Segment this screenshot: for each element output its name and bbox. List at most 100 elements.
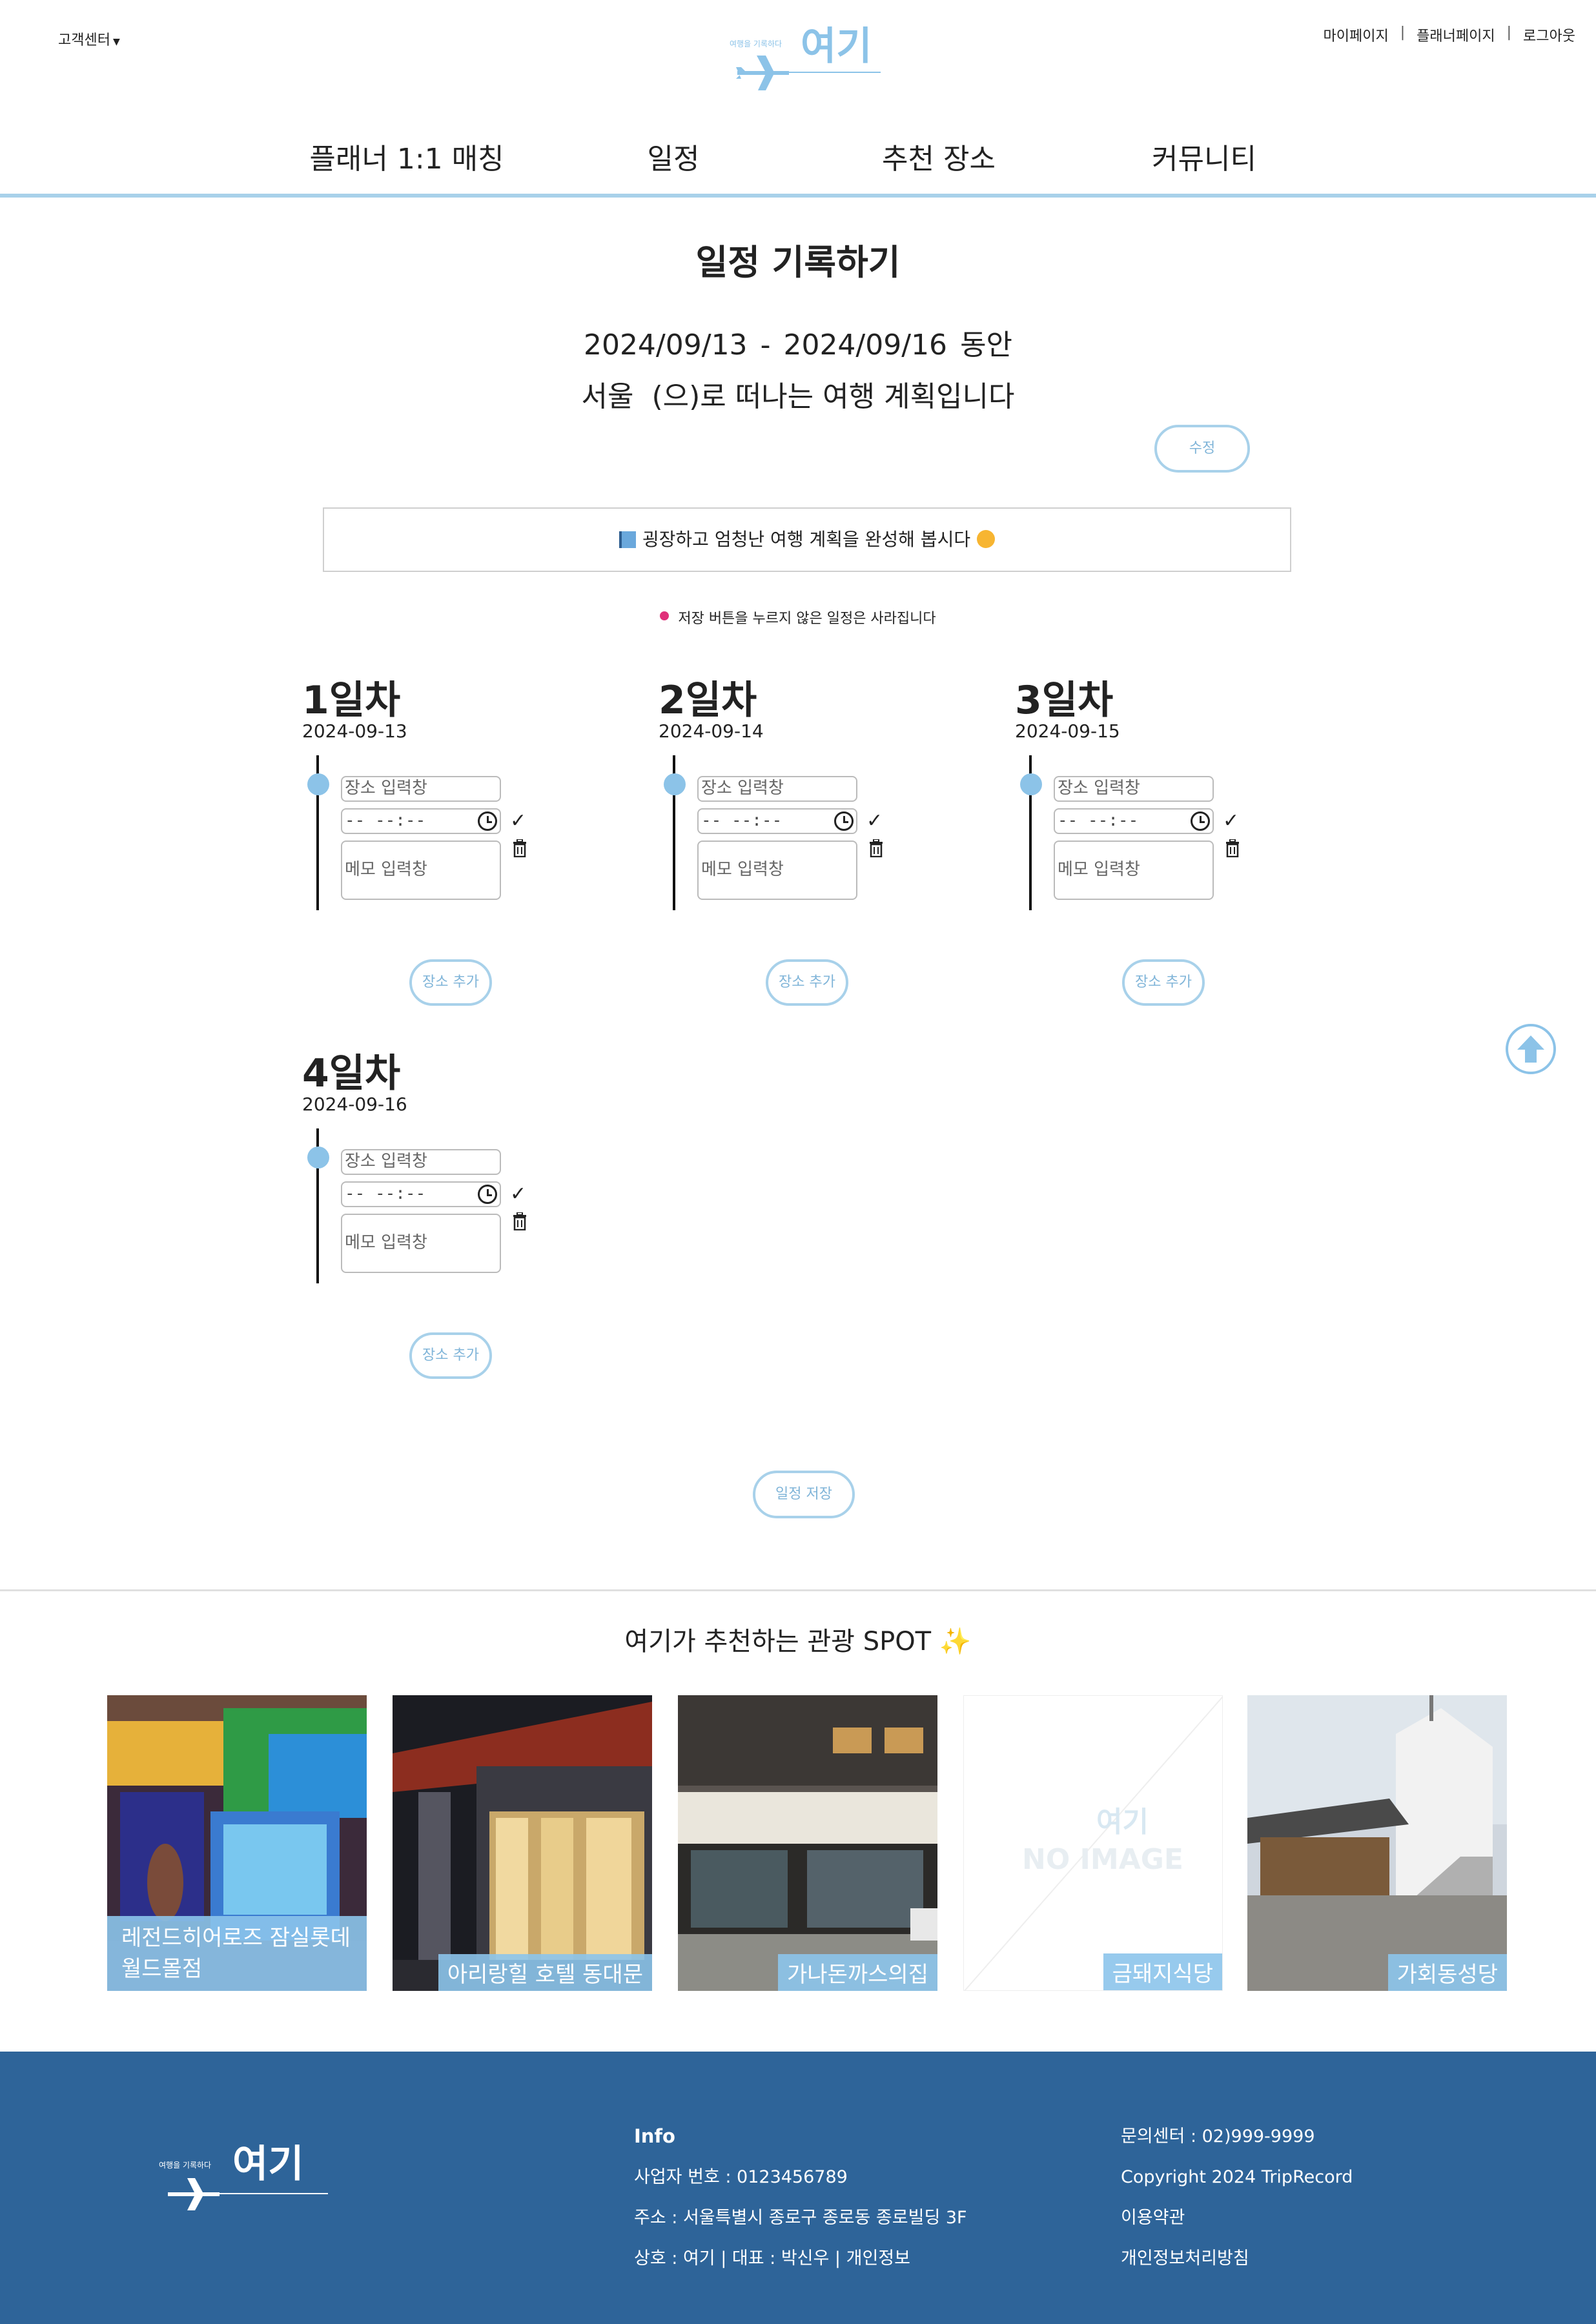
add-place-button[interactable]: 장소 추가: [1122, 959, 1205, 1006]
nav-recommended-places[interactable]: 추천 장소: [882, 136, 996, 177]
no-image-placeholder: 여기 NO IMAGE: [964, 1696, 1222, 1990]
flag-icon: [619, 531, 636, 548]
check-icon[interactable]: ✓: [866, 810, 883, 832]
link-separator: |: [1506, 25, 1512, 41]
time-value: -- --:--: [345, 811, 426, 830]
logout-link[interactable]: 로그아웃: [1523, 25, 1575, 45]
time-value: -- --:--: [1058, 811, 1139, 830]
clock-icon[interactable]: [834, 811, 854, 831]
time-input[interactable]: -- --:--: [697, 808, 857, 834]
site-logo[interactable]: 여행을 기록하다 여기: [728, 19, 883, 90]
recommend-title-text: 여기가 추천하는 관광 SPOT: [624, 1627, 932, 1656]
destination-name: 서울: [581, 380, 634, 413]
footer-logo-tagline: 여행을 기록하다: [159, 2160, 211, 2170]
date-dash: -: [760, 329, 771, 362]
nav-community[interactable]: 커뮤니티: [1152, 136, 1256, 177]
spot-card-3[interactable]: 가나돈까스의집: [678, 1695, 937, 1991]
day-card-4: 4일차 2024-09-16 장소 입력창 -- --:-- 메모 입력창 ✓ …: [302, 1042, 625, 1403]
pin-icon: [660, 611, 670, 620]
time-input[interactable]: -- --:--: [1054, 808, 1214, 834]
time-input[interactable]: -- --:--: [341, 1181, 501, 1207]
logo-tagline: 여행을 기록하다: [730, 39, 782, 48]
mypage-link[interactable]: 마이페이지: [1324, 25, 1389, 45]
recommend-title: 여기가 추천하는 관광 SPOT ✨: [0, 1620, 1596, 1658]
footer-info: Info 사업자 번호 : 0123456789 주소 : 서울특별시 종로구 …: [634, 2116, 967, 2279]
nav-planner-matching[interactable]: 플래너 1:1 매칭: [309, 136, 504, 177]
memo-input[interactable]: 메모 입력창: [697, 841, 857, 900]
memo-input[interactable]: 메모 입력창: [341, 1214, 501, 1273]
main-nav: 플래너 1:1 매칭 일정 추천 장소 커뮤니티: [0, 129, 1596, 194]
day-date: 2024-09-15: [1015, 720, 1120, 742]
footer-contact: 문의센터 : 02)999-9999 Copyright 2024 TripRe…: [1121, 2116, 1353, 2279]
trash-icon[interactable]: [513, 839, 527, 857]
no-image-text: NO IMAGE: [1022, 1843, 1183, 1876]
day-title: 1일차: [302, 678, 401, 723]
add-place-button[interactable]: 장소 추가: [409, 959, 492, 1006]
spot-image-cathedral: [1247, 1695, 1507, 1991]
scroll-to-top-button[interactable]: [1506, 1024, 1556, 1074]
start-date: 2024/09/13: [583, 329, 748, 362]
trip-destination: 서울 (으)로 떠나는 여행 계획입니다: [0, 373, 1596, 414]
nav-schedule[interactable]: 일정: [648, 136, 700, 177]
clock-icon[interactable]: [1191, 811, 1210, 831]
memo-input[interactable]: 메모 입력창: [341, 841, 501, 900]
clock-icon[interactable]: [478, 1185, 497, 1204]
smile-icon: [977, 530, 996, 548]
timeline-dot: [307, 773, 329, 795]
place-input[interactable]: 장소 입력창: [1054, 776, 1214, 802]
customer-center-dropdown[interactable]: 고객센터 ▼: [58, 28, 120, 49]
end-date: 2024/09/16: [783, 329, 948, 362]
footer-info-heading: Info: [634, 2125, 675, 2147]
time-value: -- --:--: [345, 1184, 426, 1203]
trip-date-range: 2024/09/13 - 2024/09/16 동안: [0, 321, 1596, 363]
place-input[interactable]: 장소 입력창: [341, 1149, 501, 1175]
footer: 여행을 기록하다 여기 Info 사업자 번호 : 0123456789 주소 …: [0, 2052, 1596, 2324]
day-title: 4일차: [302, 1051, 401, 1096]
spot-card-4[interactable]: 여기 NO IMAGE 금돼지식당: [963, 1695, 1223, 1991]
edit-button[interactable]: 수정: [1154, 425, 1250, 473]
planner-page-link[interactable]: 플래너페이지: [1417, 25, 1495, 45]
trash-icon[interactable]: [1225, 839, 1240, 857]
encouragement-banner: 굉장하고 엄청난 여행 계획을 완성해 봅시다: [323, 507, 1291, 572]
logo-text: 여기: [801, 24, 872, 69]
spot-card-5[interactable]: 가회동성당: [1247, 1695, 1507, 1991]
spot-name: 아리랑힐 호텔 동대문: [438, 1954, 652, 1991]
memo-input[interactable]: 메모 입력창: [1054, 841, 1214, 900]
trash-icon[interactable]: [869, 839, 883, 857]
day-card-1: 1일차 2024-09-13 장소 입력창 -- --:-- 메모 입력창 ✓ …: [302, 669, 625, 1030]
footer-terms-link[interactable]: 이용약관: [1121, 2197, 1353, 2238]
clock-icon[interactable]: [478, 811, 497, 831]
footer-logo-text: 여기: [232, 2145, 303, 2186]
page-title: 일정 기록하기: [695, 242, 901, 283]
time-input[interactable]: -- --:--: [341, 808, 501, 834]
destination-suffix: (으)로 떠나는 여행 계획입니다: [651, 380, 1015, 413]
add-place-button[interactable]: 장소 추가: [409, 1332, 492, 1379]
timeline-dot: [1020, 773, 1042, 795]
check-icon[interactable]: ✓: [510, 1183, 526, 1205]
top-bar: 고객센터 ▼ 여행을 기록하다 여기 마이페이지 | 플래너페이지 | 로그아웃: [0, 0, 1596, 97]
link-separator: |: [1400, 25, 1406, 41]
add-place-button[interactable]: 장소 추가: [766, 959, 848, 1006]
footer-privacy-link[interactable]: 개인정보처리방침: [1121, 2238, 1353, 2279]
check-icon[interactable]: ✓: [1223, 810, 1239, 832]
place-input[interactable]: 장소 입력창: [697, 776, 857, 802]
check-icon[interactable]: ✓: [510, 810, 526, 832]
arrow-up-icon: [1517, 1035, 1544, 1063]
spot-name: 금돼지식당: [1103, 1953, 1222, 1990]
save-schedule-button[interactable]: 일정 저장: [753, 1471, 855, 1518]
day-date: 2024-09-14: [659, 720, 764, 742]
nav-divider: [0, 194, 1596, 198]
spot-card-2[interactable]: 아리랑힐 호텔 동대문: [393, 1695, 652, 1991]
spot-name-line1: 레전드히어로즈 잠실롯데: [121, 1925, 351, 1951]
trash-icon[interactable]: [513, 1212, 527, 1230]
during-label: 동안: [960, 329, 1013, 362]
day-card-2: 2일차 2024-09-14 장소 입력창 -- --:-- 메모 입력창 ✓ …: [659, 669, 981, 1030]
time-value: -- --:--: [701, 811, 783, 830]
spot-image-hotel: [393, 1695, 652, 1991]
spot-name: 가나돈까스의집: [778, 1954, 937, 1991]
spot-card-1[interactable]: 레전드히어로즈 잠실롯데 월드몰점: [107, 1695, 367, 1991]
spot-name: 가회동성당: [1387, 1954, 1507, 1991]
place-input[interactable]: 장소 입력창: [341, 776, 501, 802]
top-links: 마이페이지 | 플래너페이지 | 로그아웃: [1324, 25, 1575, 45]
sparkle-icon: ✨: [939, 1627, 972, 1656]
